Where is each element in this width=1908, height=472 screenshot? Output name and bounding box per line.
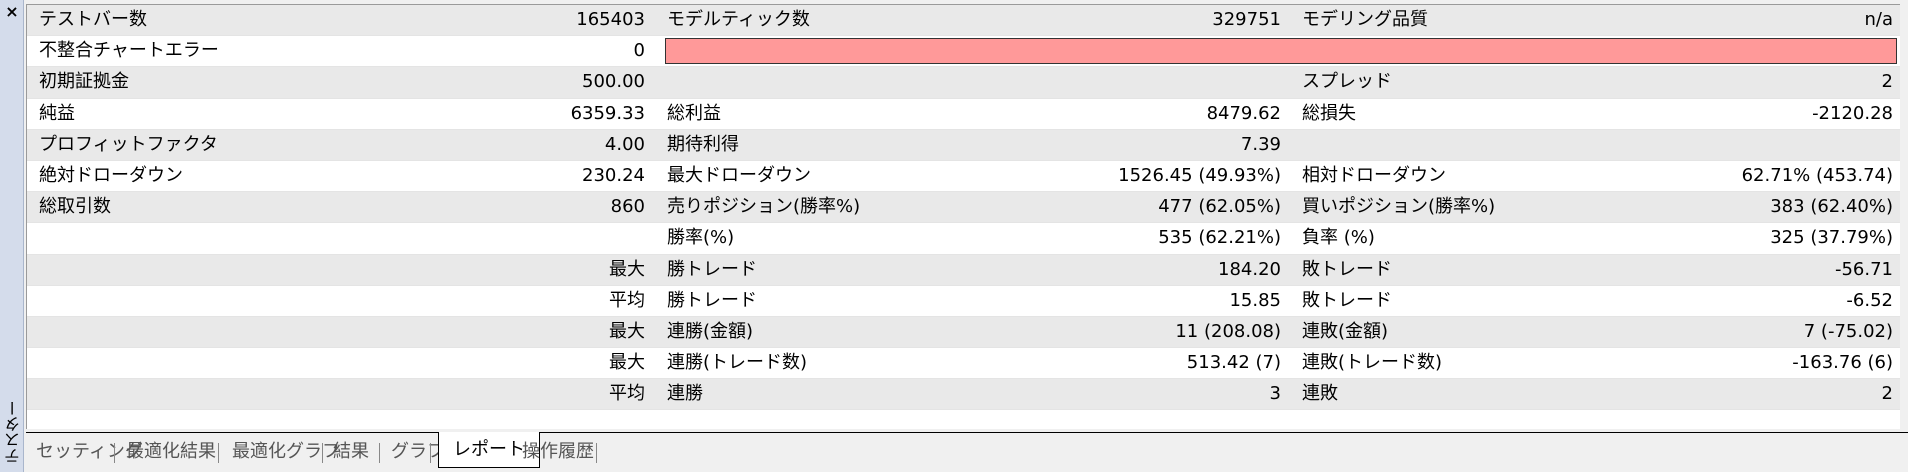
stat-label: 絶対ドローダウン xyxy=(39,164,183,186)
stat-value: 184.20 xyxy=(1218,258,1281,280)
report-row: 最大 連勝(トレード数) 513.42 (7) 連敗(トレード数) -163.76 (6… xyxy=(27,348,1900,380)
stat-label: 連敗 xyxy=(1302,383,1338,405)
stat-value: 平均 xyxy=(609,383,645,405)
stat-value: 535 (62.21%) xyxy=(1158,227,1281,249)
stat-value: n/a xyxy=(1864,9,1893,30)
stat-value: 11 (208.08) xyxy=(1175,320,1281,342)
stat-label: 売りポジション(勝率%) xyxy=(667,196,861,218)
report-row: 総取引数 860 売りポジション(勝率%) 477 (62.05%) 買いポジション(勝… xyxy=(27,192,1900,224)
stat-value: 325 (37.79%) xyxy=(1770,227,1893,249)
stat-value: -2120.28 xyxy=(1812,102,1893,124)
stat-value: -6.52 xyxy=(1846,289,1893,311)
report-row: 平均 連勝 3 連敗 2 xyxy=(27,379,1900,411)
stat-value: 7.39 xyxy=(1240,133,1281,155)
tab-bar: セッティング 最適化結果 最適化グラフ 結果 グラフ レポート 操作履歴 xyxy=(26,432,1908,472)
tab-separator xyxy=(218,443,219,463)
report-row: 最大 連勝(金額) 11 (208.08) 連敗(金額) 7 (-75.02) xyxy=(27,316,1900,349)
panel-title: テスター xyxy=(4,400,23,464)
close-icon[interactable]: × xyxy=(0,0,24,24)
stat-value: 1526.45 (49.93%) xyxy=(1118,164,1281,186)
tab-separator xyxy=(322,443,323,463)
stat-label: 敗トレード xyxy=(1302,289,1392,311)
report-table: テストバー数 165403 モデルティック数 329751 モデリング品質 n/a 不整合チ… xyxy=(26,4,1900,429)
stat-label: モデリング品質 xyxy=(1302,9,1428,30)
stat-label: 総利益 xyxy=(667,102,721,124)
stat-label: モデルティック数 xyxy=(667,9,810,30)
stat-label: 連勝 xyxy=(667,383,703,405)
stat-value: 477 (62.05%) xyxy=(1158,196,1281,218)
stat-value: 7 (-75.02) xyxy=(1803,320,1893,342)
stat-label: 買いポジション(勝率%) xyxy=(1302,196,1496,218)
stat-label: スプレッド xyxy=(1302,71,1392,93)
report-row: 最大 勝トレード 184.20 敗トレード -56.71 xyxy=(27,254,1900,286)
stat-label: 連勝(トレード数) xyxy=(667,352,808,374)
stat-label: 敗トレード xyxy=(1302,258,1392,280)
tab-separator xyxy=(430,443,431,463)
stat-label: 連勝(金額) xyxy=(667,320,754,342)
report-row: 初期証拠金 500.00 スプレッド 2 xyxy=(27,67,1900,99)
stat-label: 勝率(%) xyxy=(667,227,735,249)
tab-separator xyxy=(379,443,380,463)
stat-label: 期待利得 xyxy=(667,133,739,155)
stat-label: 純益 xyxy=(39,102,75,124)
stat-value: 最大 xyxy=(609,258,645,280)
stat-label: 勝トレード xyxy=(667,258,757,280)
stat-value: 最大 xyxy=(609,320,645,342)
stat-value: 平均 xyxy=(609,289,645,311)
stat-value: 329751 xyxy=(1212,9,1281,30)
stat-value: 最大 xyxy=(609,352,645,374)
tab-7[interactable]: 操作履歴 xyxy=(516,437,600,467)
stat-label: 勝トレード xyxy=(667,289,757,311)
stat-value: 500.00 xyxy=(582,71,645,93)
stat-value: 6359.33 xyxy=(570,102,645,124)
stat-value: 62.71% (453.74) xyxy=(1741,164,1893,186)
stat-label: 総損失 xyxy=(1302,102,1356,124)
tab-2[interactable]: 最適化結果 xyxy=(120,437,222,467)
stat-value: 2 xyxy=(1881,71,1893,93)
stat-value: 230.24 xyxy=(582,164,645,186)
stat-value: 860 xyxy=(610,196,645,218)
tab-separator xyxy=(596,443,597,463)
report-row: 不整合チャートエラー 0 xyxy=(27,36,1900,68)
stat-value: 165403 xyxy=(576,9,645,30)
stat-label: 不整合チャートエラー xyxy=(39,40,219,62)
report-row: プロフィットファクタ 4.00 期待利得 7.39 xyxy=(27,129,1900,161)
stat-value: 2 xyxy=(1881,383,1893,405)
stat-label: 初期証拠金 xyxy=(39,71,129,93)
stat-value: 15.85 xyxy=(1229,289,1281,311)
chart-error-bar xyxy=(665,38,1897,65)
stat-value: 0 xyxy=(633,40,645,62)
stat-value: -56.71 xyxy=(1834,258,1893,280)
stat-label: 負率 (%) xyxy=(1302,227,1375,249)
report-row: 平均 勝トレード 15.85 敗トレード -6.52 xyxy=(27,285,1900,317)
stat-label: 相対ドローダウン xyxy=(1302,164,1446,186)
stat-label: テストバー数 xyxy=(39,9,147,30)
stat-value: 383 (62.40%) xyxy=(1770,196,1893,218)
stat-value: 3 xyxy=(1269,383,1281,405)
report-row: テストバー数 165403 モデルティック数 329751 モデリング品質 n/a xyxy=(27,5,1900,37)
tab-separator xyxy=(114,443,115,463)
stat-label: プロフィットファクタ xyxy=(39,133,218,155)
stat-value: -163.76 (6) xyxy=(1792,352,1893,374)
stat-value: 8479.62 xyxy=(1206,102,1281,124)
stat-label: 総取引数 xyxy=(39,196,111,218)
tab-4[interactable]: 結果 xyxy=(327,437,375,467)
stat-label: 連敗(トレード数) xyxy=(1302,352,1443,374)
stat-label: 連敗(金額) xyxy=(1302,320,1389,342)
stat-value: 4.00 xyxy=(604,133,645,155)
tester-side-panel: × テスター xyxy=(0,0,24,472)
stat-label: 最大ドローダウン xyxy=(667,164,811,186)
report-row: 絶対ドローダウン 230.24 最大ドローダウン 1526.45 (49.93%) 相対… xyxy=(27,160,1900,193)
report-row: 純益 6359.33 総利益 8479.62 総損失 -2120.28 xyxy=(27,98,1900,130)
report-row: 勝率(%) 535 (62.21%) 負率 (%) 325 (37.79%) xyxy=(27,223,1900,255)
stat-value: 513.42 (7) xyxy=(1186,352,1281,374)
